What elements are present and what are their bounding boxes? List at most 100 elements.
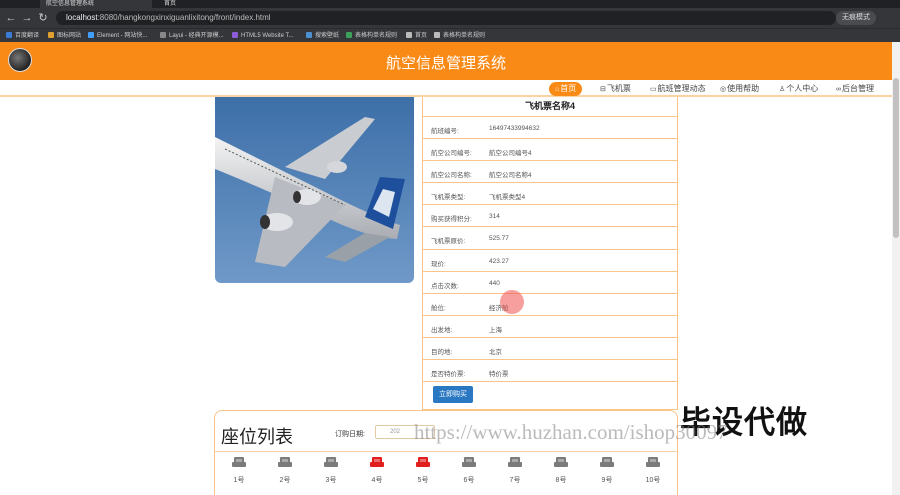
list-icon: ▭	[650, 86, 657, 93]
detail-value: 航空公司编号4	[489, 150, 532, 158]
detail-label: 航空公司名称:	[431, 172, 472, 180]
detail-value: 飞机票类型4	[489, 194, 526, 202]
link-icon: ∞	[836, 86, 841, 93]
address-bar[interactable]: localhost:8080/hangkongxinxiguanlixitong…	[56, 11, 836, 25]
seat-item[interactable]: 5号	[415, 457, 431, 485]
seat-icon	[278, 457, 292, 467]
detail-row: 是否特价票: 特价票	[423, 360, 677, 383]
profile-button[interactable]: 无痕模式	[836, 11, 876, 25]
detail-label: 航班编号:	[431, 128, 459, 135]
nav-item-flights[interactable]: ▭航班管理动态	[650, 82, 706, 96]
bookmark-item[interactable]: 图标网站	[48, 29, 81, 43]
detail-value: 北京	[489, 348, 502, 356]
detail-value: 16497433994632	[489, 125, 540, 132]
scroll-thumb[interactable]	[893, 78, 899, 238]
detail-row: 航空公司名称: 航空公司名称4	[423, 161, 677, 184]
bookmark-item[interactable]: Element - 网站快...	[88, 29, 147, 43]
seat-item[interactable]: 7号	[507, 457, 523, 485]
detail-value: 440	[489, 279, 500, 287]
browser-toolbar: ← → ↻ localhost:8080/hangkongxinxiguanli…	[0, 8, 900, 28]
main-nav: ⌂首页 ⊟飞机票 ▭航班管理动态 ◎使用帮助 ♙个人中心 ∞后台管理	[0, 80, 892, 97]
bookmark-item[interactable]: 百度翻译	[6, 29, 39, 43]
seat-label: 2号	[279, 477, 291, 484]
detail-row: 舱位: 经济舱	[423, 294, 677, 316]
seat-item[interactable]: 6号	[461, 457, 477, 485]
page-scrollbar[interactable]	[892, 42, 900, 495]
detail-row: 出发地: 上海	[423, 316, 677, 338]
nav-item-help[interactable]: ◎使用帮助	[720, 82, 759, 96]
seat-item[interactable]: 2号	[277, 457, 293, 485]
detail-value: 上海	[489, 326, 502, 334]
seat-item[interactable]: 4号	[369, 457, 385, 485]
back-icon[interactable]: ←	[4, 11, 18, 25]
seat-icon	[416, 457, 430, 467]
bookmark-item[interactable]: 表格构单名规则	[434, 29, 485, 43]
seat-item[interactable]: 3号	[323, 457, 339, 485]
bookmark-item[interactable]: 搜索壁纸	[306, 29, 339, 43]
ticket-name: 飞机票名称4	[423, 97, 677, 117]
detail-row: 航空公司编号: 航空公司编号4	[423, 139, 677, 162]
ticket-details: 飞机票名称4 航班编号: 16497433994632 航空公司编号: 航空公司编号4…	[422, 97, 678, 410]
buy-now-button[interactable]: 立即购买	[433, 386, 473, 403]
bookmark-item[interactable]: Layui - 经典开源模...	[160, 29, 224, 43]
detail-row: 航班编号: 16497433994632	[423, 117, 677, 140]
detail-label: 航空公司编号:	[431, 150, 472, 158]
detail-value: 525.77	[489, 235, 509, 243]
nav-item-admin[interactable]: ∞后台管理	[836, 82, 874, 96]
detail-label: 点击次数:	[431, 282, 459, 290]
detail-value: 航空公司名称4	[489, 172, 532, 180]
product-image	[215, 97, 414, 283]
seat-icon	[232, 457, 246, 467]
seat-label: 9号	[601, 477, 613, 484]
seat-icon	[508, 457, 522, 467]
bookmark-item[interactable]: 表格构单名规则	[346, 29, 397, 43]
seat-label: 3号	[325, 477, 337, 484]
detail-row: 飞机票原价: 525.77	[423, 227, 677, 250]
bookmark-item[interactable]: 首页	[406, 29, 427, 43]
detail-label: 舱位:	[431, 304, 446, 312]
browser-tab-active[interactable]: 航空信息管理系统	[40, 0, 152, 8]
seat-label: 8号	[555, 477, 567, 484]
browser-tabbar: 航空信息管理系统 首页	[0, 0, 900, 8]
order-date-label: 订购日期:	[335, 431, 365, 438]
seat-item[interactable]: 9号	[599, 457, 615, 485]
detail-label: 飞机票类型:	[431, 194, 466, 202]
user-icon: ♙	[779, 86, 786, 93]
site-title: 航空信息管理系统	[385, 55, 506, 72]
site-header: 航空信息管理系统	[0, 42, 892, 80]
detail-label: 购买获得积分:	[431, 216, 472, 224]
cursor-highlight	[500, 290, 524, 314]
nav-item-profile[interactable]: ♙个人中心	[779, 82, 818, 96]
divider	[215, 451, 677, 452]
help-icon: ◎	[720, 86, 727, 93]
seat-item[interactable]: 8号	[553, 457, 569, 485]
detail-row: 点击次数: 440	[423, 272, 677, 294]
detail-label: 出发地:	[431, 326, 453, 334]
detail-label: 目的地:	[431, 348, 453, 356]
reload-icon[interactable]: ↻	[36, 11, 50, 25]
seat-item[interactable]: 10号	[645, 457, 661, 485]
seat-icon	[646, 457, 660, 467]
nav-item-home[interactable]: ⌂首页	[549, 82, 583, 96]
seat-icon	[462, 457, 476, 467]
detail-row: 目的地: 北京	[423, 338, 677, 361]
watermark-url: https://www.huzhan.com/ishop30097	[414, 420, 728, 444]
seat-icon	[370, 457, 384, 467]
seat-label: 4号	[371, 477, 383, 484]
nav-item-tickets[interactable]: ⊟飞机票	[600, 82, 631, 96]
bookmark-item[interactable]: HTML5 Website T...	[232, 29, 293, 43]
seat-label: 5号	[417, 477, 429, 484]
ticket-icon: ⊟	[600, 86, 606, 93]
seat-icon	[600, 457, 614, 467]
detail-value: 特价票	[489, 371, 509, 379]
browser-tab[interactable]: 首页	[158, 0, 268, 8]
forward-icon[interactable]: →	[20, 11, 34, 25]
seat-label: 6号	[463, 477, 475, 484]
url-host: localhost	[66, 13, 98, 22]
detail-label: 飞机票原价:	[431, 238, 466, 246]
seat-label: 1号	[233, 477, 245, 484]
seat-item[interactable]: 1号	[231, 457, 247, 485]
detail-value: 314	[489, 213, 500, 221]
detail-label: 是否特价票:	[431, 371, 466, 379]
seat-icon	[554, 457, 568, 467]
